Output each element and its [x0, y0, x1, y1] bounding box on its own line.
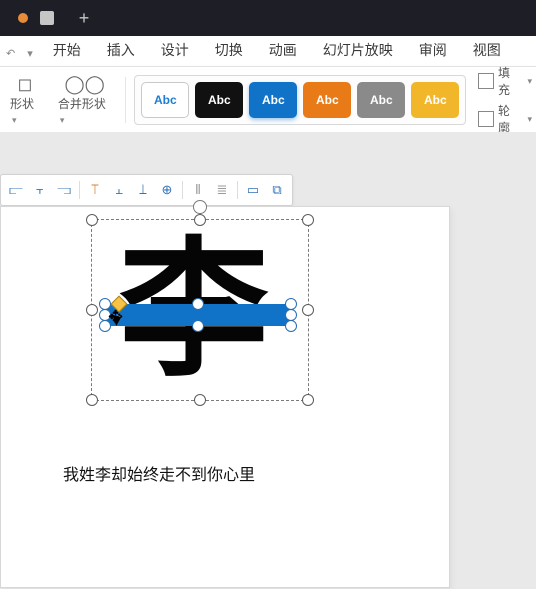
distribute-v-button[interactable]: ≣	[211, 179, 233, 201]
align-bottom-button[interactable]: ⟘	[132, 179, 154, 201]
resize-handle[interactable]	[194, 214, 206, 226]
tab-slideshow[interactable]: 幻灯片放映	[311, 36, 405, 66]
resize-handle[interactable]	[99, 320, 111, 332]
tab-view[interactable]: 视图	[461, 36, 513, 66]
undo-icon[interactable]: ↶	[2, 45, 19, 62]
align-center-h-button[interactable]: ⫟	[29, 179, 51, 201]
tab-home[interactable]: 开始	[41, 36, 93, 66]
tab-design[interactable]: 设计	[149, 36, 201, 66]
chevron-down-icon: ▾	[60, 115, 65, 125]
shape-icon: ◻	[17, 75, 32, 93]
ribbon: ◻ 形状▾ ◯◯ 合并形状▾ Abc Abc Abc Abc Abc Abc 填…	[0, 66, 536, 134]
shape-button[interactable]: ◻ 形状▾	[4, 72, 46, 128]
new-tab-button[interactable]: +	[72, 6, 96, 30]
fit-slide-button[interactable]: ▭	[242, 179, 264, 201]
tab-transition[interactable]: 切换	[203, 36, 255, 66]
resize-handle[interactable]	[192, 298, 204, 310]
slide[interactable]: 李 我姓李却始终走不到你心里	[0, 206, 450, 588]
style-chip-white[interactable]: Abc	[141, 82, 189, 118]
style-chip-blue[interactable]: Abc	[249, 82, 297, 118]
style-chip-orange[interactable]: Abc	[303, 82, 351, 118]
ribbon-fill-outline: 填充 ▾ 轮廓 ▾	[478, 64, 532, 136]
tab-stub	[40, 11, 54, 25]
resize-handle[interactable]	[192, 320, 204, 332]
tab-insert[interactable]: 插入	[95, 36, 147, 66]
resize-handle[interactable]	[194, 394, 206, 406]
menu-bar: ↶ ▾ 开始 插入 设计 切换 动画 幻灯片放映 审阅 视图	[0, 36, 536, 66]
fill-icon	[478, 73, 494, 89]
resize-handle[interactable]	[302, 394, 314, 406]
ribbon-separator	[125, 77, 126, 123]
resize-handle[interactable]	[86, 394, 98, 406]
chevron-down-icon: ▾	[527, 114, 532, 125]
chevron-down-icon: ▾	[12, 115, 17, 125]
outline-icon	[478, 111, 494, 127]
align-center-both-button[interactable]: ⊕	[156, 179, 178, 201]
merge-shapes-icon: ◯◯	[64, 75, 104, 93]
merge-shapes-button[interactable]: ◯◯ 合并形状▾	[52, 72, 117, 128]
title-bar: +	[0, 0, 536, 36]
fill-button[interactable]: 填充 ▾	[478, 64, 532, 98]
chevron-down-icon: ▾	[527, 76, 532, 87]
macos-dot-icon	[18, 13, 28, 23]
resize-handle[interactable]	[86, 304, 98, 316]
canvas-area[interactable]: ⫍ ⫟ ⫎ ⟙ ⫠ ⟘ ⊕ ⫴ ≣ ▭ ⧉	[0, 132, 536, 589]
toolbar-separator	[237, 181, 238, 199]
rotation-handle-icon[interactable]	[193, 200, 207, 214]
distribute-h-button[interactable]: ⫴	[187, 179, 209, 201]
align-middle-v-button[interactable]: ⫠	[108, 179, 130, 201]
style-chip-gray[interactable]: Abc	[357, 82, 405, 118]
toolbar-separator	[182, 181, 183, 199]
style-chip-black[interactable]: Abc	[195, 82, 243, 118]
align-left-button[interactable]: ⫍	[5, 179, 27, 201]
resize-handle[interactable]	[302, 304, 314, 316]
outline-button[interactable]: 轮廓 ▾	[478, 102, 532, 136]
ribbon-group-shapes: ◻ 形状▾ ◯◯ 合并形状▾	[4, 72, 117, 128]
group-button[interactable]: ⧉	[266, 179, 288, 201]
blue-rectangle-shape[interactable]	[105, 304, 291, 326]
quick-dropdown-icon[interactable]: ▾	[23, 45, 37, 62]
shape-style-gallery: Abc Abc Abc Abc Abc Abc	[134, 75, 466, 125]
style-chip-gold[interactable]: Abc	[411, 82, 459, 118]
floating-align-toolbar[interactable]: ⫍ ⫟ ⫎ ⟙ ⫠ ⟘ ⊕ ⫴ ≣ ▭ ⧉	[0, 174, 293, 206]
tab-animation[interactable]: 动画	[257, 36, 309, 66]
resize-handle[interactable]	[302, 214, 314, 226]
toolbar-separator	[79, 181, 80, 199]
align-right-button[interactable]: ⫎	[53, 179, 75, 201]
resize-handle[interactable]	[285, 320, 297, 332]
resize-handle[interactable]	[86, 214, 98, 226]
tab-review[interactable]: 审阅	[407, 36, 459, 66]
menu-tabs: 开始 插入 设计 切换 动画 幻灯片放映 审阅 视图	[41, 36, 513, 66]
align-top-button[interactable]: ⟙	[84, 179, 106, 201]
quick-access: ↶ ▾	[2, 45, 37, 66]
caption-text[interactable]: 我姓李却始终走不到你心里	[63, 461, 255, 485]
